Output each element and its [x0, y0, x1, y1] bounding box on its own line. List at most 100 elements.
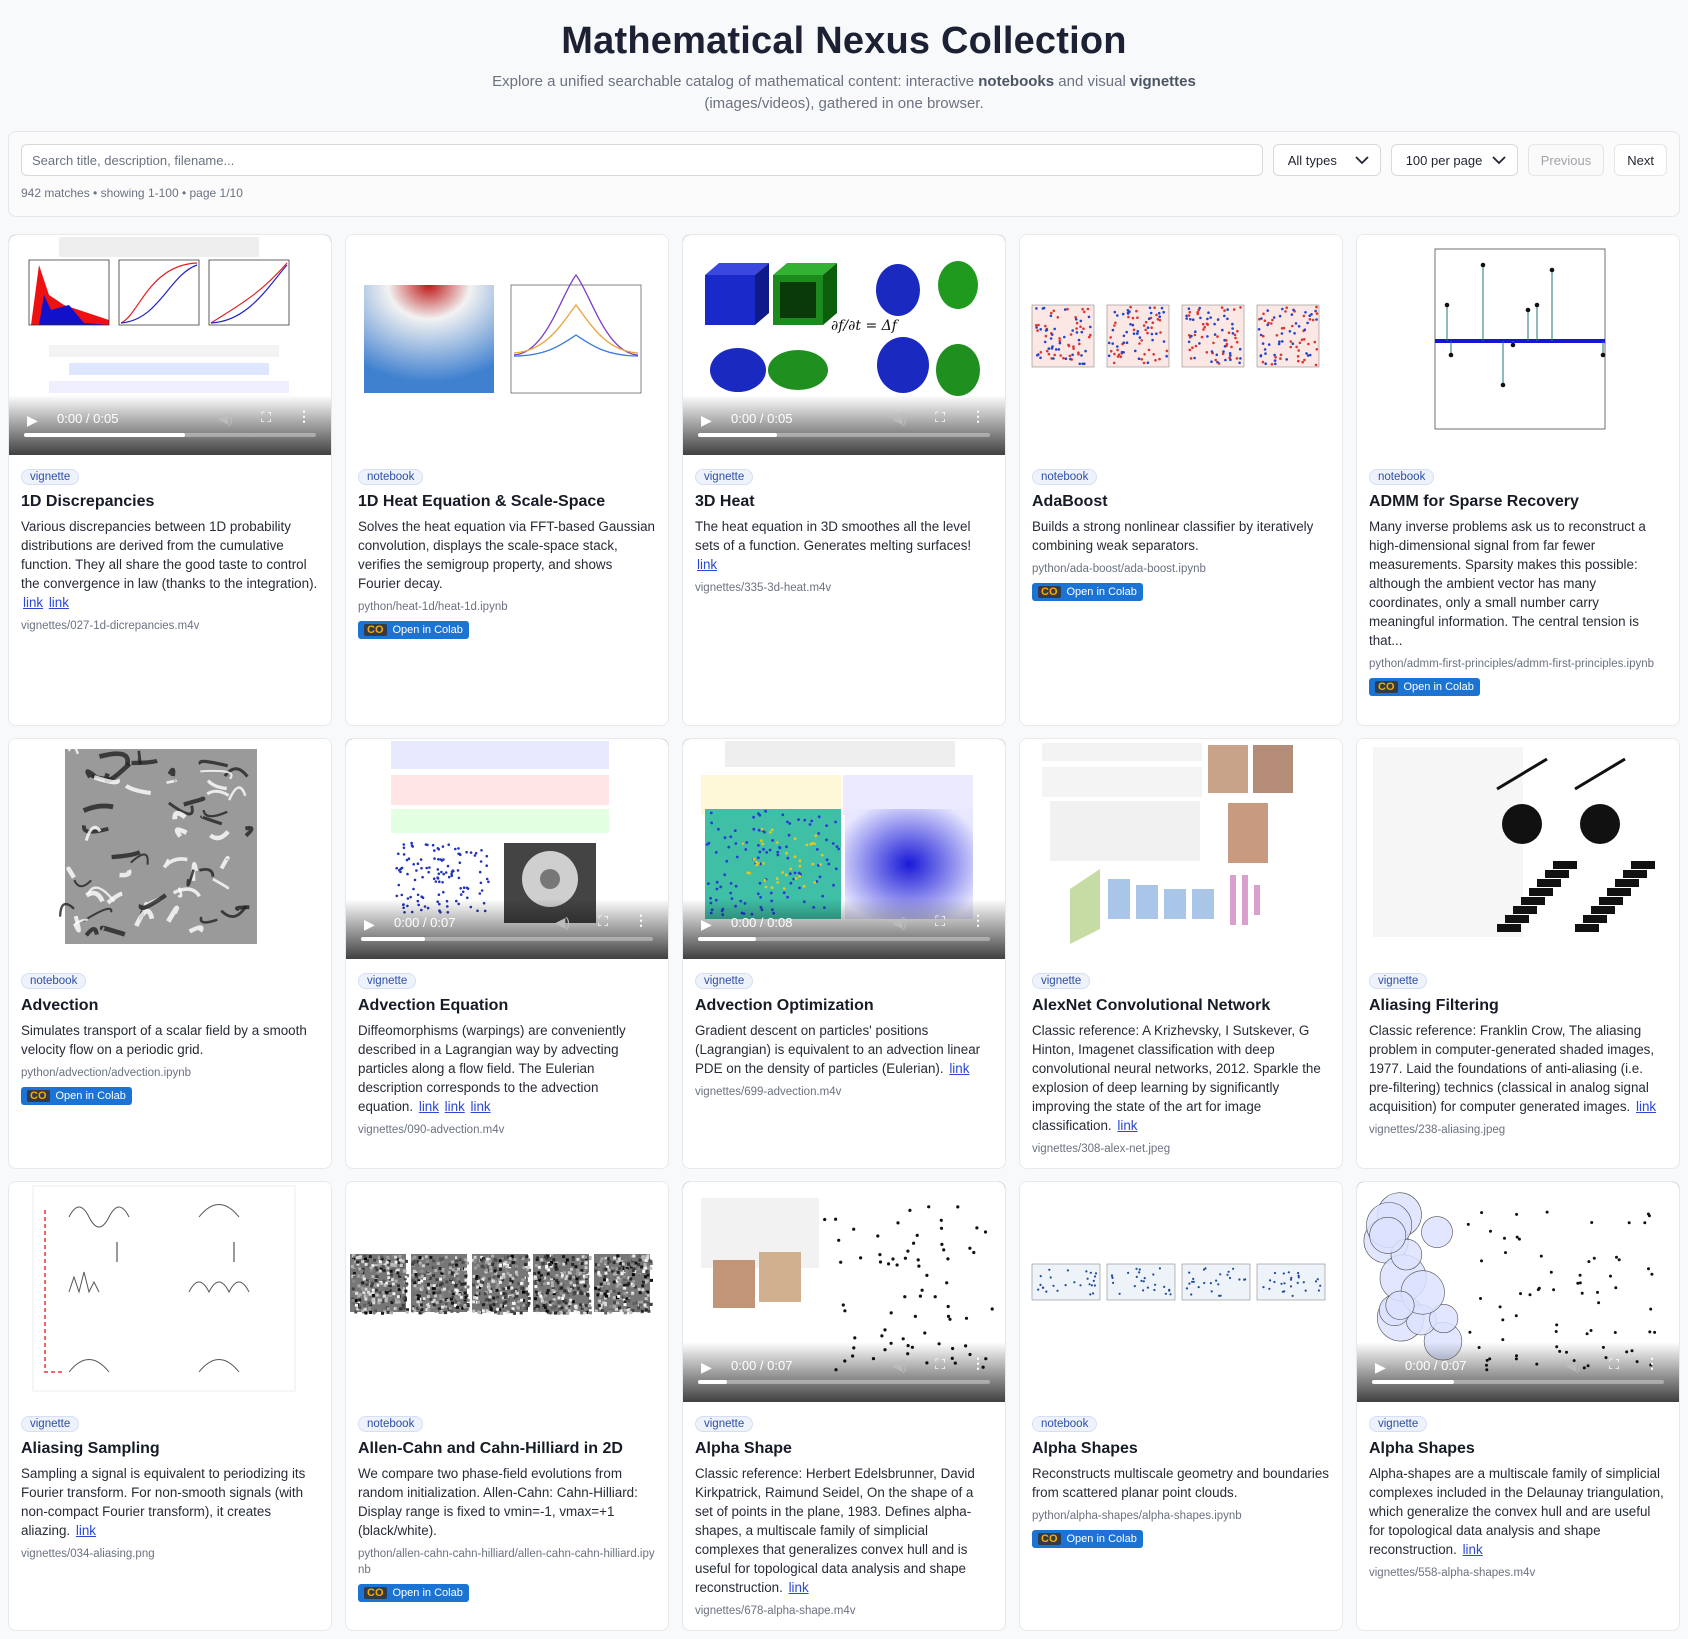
video-progress-bar[interactable] — [361, 937, 653, 941]
fullscreen-icon[interactable]: ⛶ — [1609, 1356, 1619, 1373]
fullscreen-icon[interactable]: ⛶ — [935, 913, 945, 930]
reference-link[interactable]: link — [1463, 1542, 1483, 1557]
video-progress-bar[interactable] — [698, 433, 990, 437]
next-button[interactable]: Next — [1614, 144, 1667, 176]
content-card[interactable]: ▶ 0:00 / 0:08 ◀) ⛶ ⋮ vignette Advection O… — [682, 738, 1006, 1169]
card-body: notebook Alpha Shapes Reconstructs multisc… — [1020, 1402, 1342, 1548]
content-card[interactable]: vignette AlexNet Convolutional Network Cla… — [1019, 738, 1343, 1169]
card-description: Builds a strong nonlinear classifier by … — [1032, 517, 1330, 555]
fullscreen-icon[interactable]: ⛶ — [261, 409, 271, 426]
card-title: Advection Equation — [358, 997, 509, 1014]
card-description-text: Gradient descent on particles' positions… — [695, 1023, 981, 1076]
card-description: Sampling a signal is equivalent to perio… — [21, 1464, 319, 1540]
volume-icon[interactable]: ◀) — [892, 914, 907, 931]
open-in-colab-button[interactable]: CO Open in Colab — [1032, 583, 1143, 601]
type-filter-select[interactable]: All types — [1272, 144, 1381, 176]
card-description-text: Many inverse problems ask us to reconstr… — [1369, 519, 1646, 648]
card-description-text: Various discrepancies between 1D probabi… — [21, 519, 318, 591]
fullscreen-icon[interactable]: ⛶ — [935, 1356, 945, 1373]
content-card[interactable]: notebook Advection Simulates transport of … — [8, 738, 332, 1169]
more-options-icon[interactable]: ⋮ — [971, 408, 985, 425]
previous-button[interactable]: Previous — [1527, 144, 1605, 176]
video-player[interactable]: ▶ 0:00 / 0:07 ◀) ⛶ ⋮ — [346, 739, 668, 959]
volume-icon[interactable]: ◀) — [218, 410, 233, 427]
reference-link[interactable]: link — [1636, 1099, 1656, 1114]
card-description: Classic reference: Herbert Edelsbrunner,… — [695, 1464, 993, 1597]
open-in-colab-button[interactable]: CO Open in Colab — [358, 621, 469, 639]
file-path: python/ada-boost/ada-boost.ipynb — [1032, 563, 1206, 575]
fullscreen-icon[interactable]: ⛶ — [935, 409, 945, 426]
content-card[interactable]: notebook ADMM for Sparse Recovery Many inv… — [1356, 234, 1680, 726]
card-title: Alpha Shape — [695, 1440, 792, 1457]
content-card[interactable]: vignette Aliasing Filtering Classic refere… — [1356, 738, 1680, 1169]
reference-link[interactable]: link — [1117, 1118, 1137, 1133]
content-card[interactable]: notebook AdaBoost Builds a strong nonlinea… — [1019, 234, 1343, 726]
video-progress-bar[interactable] — [698, 1380, 990, 1384]
card-body: vignette Alpha Shape Classic reference: He… — [683, 1402, 1005, 1619]
play-icon[interactable]: ▶ — [701, 412, 712, 429]
content-card[interactable]: ∂f/∂t = Δf ▶ 0:00 / 0:05 ◀) ⛶ ⋮ vignette 3… — [682, 234, 1006, 726]
play-icon[interactable]: ▶ — [701, 1359, 712, 1376]
volume-icon[interactable]: ◀) — [555, 914, 570, 931]
reference-link[interactable]: link — [949, 1061, 969, 1076]
file-path: vignettes/090-advection.m4v — [358, 1124, 505, 1136]
volume-icon[interactable]: ◀) — [892, 1357, 907, 1374]
more-options-icon[interactable]: ⋮ — [1645, 1355, 1659, 1372]
reference-link[interactable]: link — [76, 1523, 96, 1538]
open-in-colab-button[interactable]: CO Open in Colab — [21, 1087, 132, 1105]
more-options-icon[interactable]: ⋮ — [971, 912, 985, 929]
volume-icon[interactable]: ◀) — [892, 410, 907, 427]
volume-icon[interactable]: ◀) — [1566, 1357, 1581, 1374]
reference-link[interactable]: link — [445, 1099, 465, 1114]
video-player[interactable]: ▶ 0:00 / 0:05 ◀) ⛶ ⋮ — [9, 235, 331, 455]
card-description: Many inverse problems ask us to reconstr… — [1369, 517, 1667, 650]
type-badge: vignette — [21, 469, 80, 485]
video-progress-bar[interactable] — [24, 433, 316, 437]
content-card[interactable]: notebook Alpha Shapes Reconstructs multisc… — [1019, 1181, 1343, 1631]
video-progress-bar[interactable] — [1372, 1380, 1664, 1384]
content-card[interactable]: ▶ 0:00 / 0:05 ◀) ⛶ ⋮ vignette 1D Discrepa… — [8, 234, 332, 726]
open-in-colab-button[interactable]: CO Open in Colab — [1369, 678, 1480, 696]
content-card[interactable]: ▶ 0:00 / 0:07 ◀) ⛶ ⋮ vignette Advection E… — [345, 738, 669, 1169]
video-player[interactable]: ▶ 0:00 / 0:08 ◀) ⛶ ⋮ — [683, 739, 1005, 959]
card-title: Alpha Shapes — [1369, 1440, 1475, 1457]
reference-link[interactable]: link — [789, 1580, 809, 1595]
results-meta: 942 matches • showing 1-100 • page 1/10 — [21, 186, 243, 200]
play-icon[interactable]: ▶ — [27, 412, 38, 429]
type-badge: vignette — [695, 1416, 754, 1432]
reference-link[interactable]: link — [471, 1099, 491, 1114]
type-badge: notebook — [1032, 1416, 1098, 1432]
reference-link[interactable]: link — [697, 557, 717, 572]
video-player[interactable]: ▶ 0:00 / 0:07 ◀) ⛶ ⋮ — [683, 1182, 1005, 1402]
play-icon[interactable]: ▶ — [364, 916, 375, 933]
card-body: vignette Aliasing Filtering Classic refere… — [1357, 959, 1679, 1138]
thumbnail-image — [9, 1182, 331, 1402]
content-card[interactable]: vignette Aliasing Sampling Sampling a sign… — [8, 1181, 332, 1631]
card-description: Classic reference: A Krizhevsky, I Sutsk… — [1032, 1021, 1330, 1135]
video-player[interactable]: ▶ 0:00 / 0:07 ◀) ⛶ ⋮ — [1357, 1182, 1679, 1402]
reference-link[interactable]: link — [419, 1099, 439, 1114]
open-in-colab-button[interactable]: CO Open in Colab — [1032, 1530, 1143, 1548]
reference-link[interactable]: link — [49, 595, 69, 610]
reference-link[interactable]: link — [23, 595, 43, 610]
video-progress-bar[interactable] — [698, 937, 990, 941]
content-card[interactable]: notebook 1D Heat Equation & Scale-Space So… — [345, 234, 669, 726]
play-icon[interactable]: ▶ — [1375, 1359, 1386, 1376]
card-title: 3D Heat — [695, 493, 755, 510]
content-card[interactable]: ▶ 0:00 / 0:07 ◀) ⛶ ⋮ vignette Alpha Shape… — [1356, 1181, 1680, 1631]
search-input[interactable] — [21, 144, 1263, 176]
content-card[interactable]: notebook Allen-Cahn and Cahn-Hilliard in … — [345, 1181, 669, 1631]
fullscreen-icon[interactable]: ⛶ — [598, 913, 608, 930]
open-in-colab-button[interactable]: CO Open in Colab — [358, 1584, 469, 1602]
more-options-icon[interactable]: ⋮ — [634, 912, 648, 929]
video-controls: ▶ 0:00 / 0:08 ◀) ⛶ ⋮ — [683, 899, 1005, 959]
content-card[interactable]: ▶ 0:00 / 0:07 ◀) ⛶ ⋮ vignette Alpha Shape… — [682, 1181, 1006, 1631]
per-page-select[interactable]: 100 per page — [1390, 144, 1518, 176]
video-player[interactable]: ∂f/∂t = Δf ▶ 0:00 / 0:05 ◀) ⛶ ⋮ — [683, 235, 1005, 455]
play-icon[interactable]: ▶ — [701, 916, 712, 933]
type-badge: notebook — [21, 973, 87, 989]
card-title: AdaBoost — [1032, 493, 1108, 510]
more-options-icon[interactable]: ⋮ — [297, 408, 311, 425]
more-options-icon[interactable]: ⋮ — [971, 1355, 985, 1372]
chevron-down-icon — [1492, 156, 1506, 165]
